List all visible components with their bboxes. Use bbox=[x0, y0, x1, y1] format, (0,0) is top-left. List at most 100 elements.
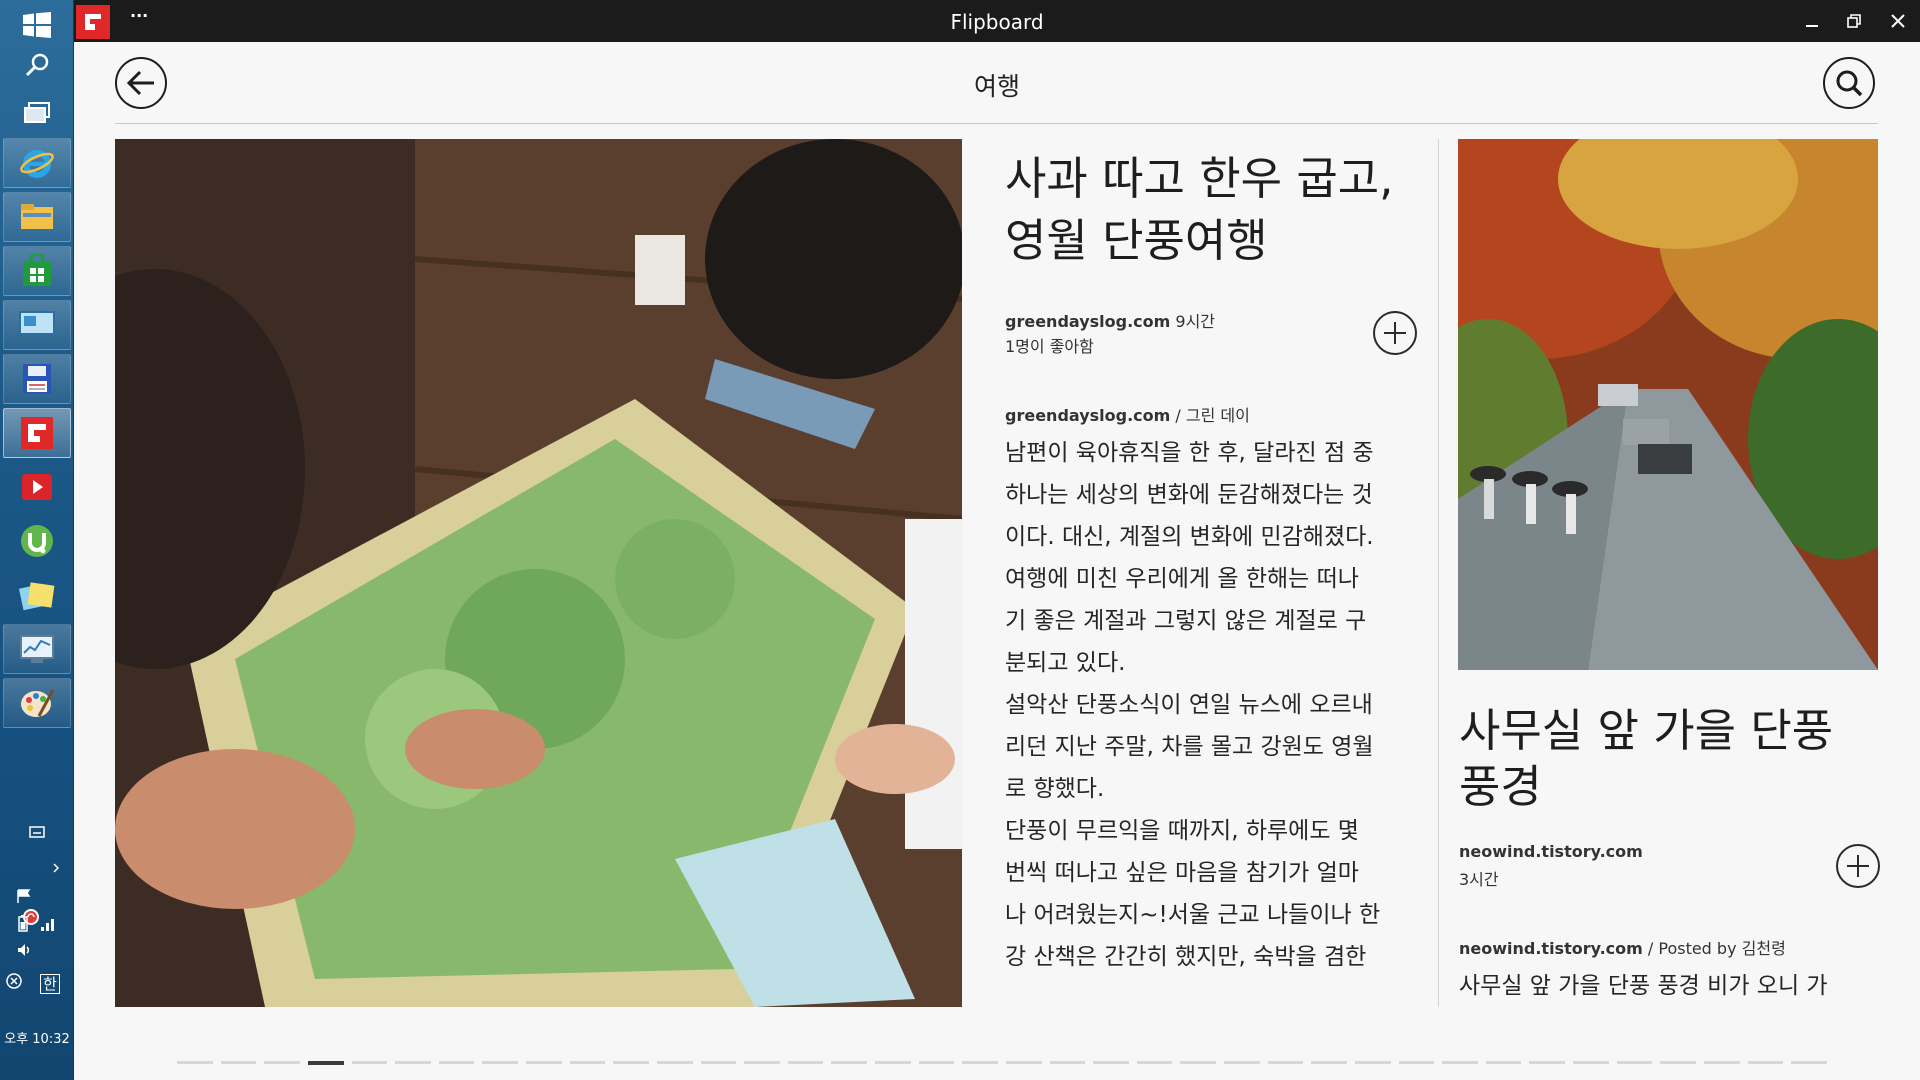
page-dash[interactable] bbox=[1136, 1061, 1173, 1064]
window-title: Flipboard bbox=[950, 10, 1044, 34]
taskbar-file-explorer[interactable] bbox=[3, 192, 71, 242]
page-dash[interactable] bbox=[744, 1061, 780, 1064]
page-dash[interactable] bbox=[875, 1061, 911, 1064]
likes-count: 1명이 좋아함 bbox=[1005, 337, 1094, 356]
action-center-flag-icon[interactable] bbox=[16, 888, 32, 904]
source-domain[interactable]: greendayslog.com bbox=[1005, 312, 1170, 331]
page-dash[interactable] bbox=[1791, 1061, 1827, 1064]
page-dash[interactable] bbox=[1398, 1061, 1435, 1064]
page-dash[interactable] bbox=[1747, 1061, 1784, 1064]
keyboard-icon bbox=[29, 826, 45, 838]
page-dash[interactable] bbox=[1703, 1061, 1740, 1064]
page-dash[interactable] bbox=[656, 1061, 693, 1064]
source-domain[interactable]: neowind.tistory.com bbox=[1459, 842, 1643, 861]
close-circle-icon[interactable] bbox=[6, 973, 22, 989]
attribution-source[interactable]: greendayslog.com bbox=[1005, 406, 1170, 425]
taskbar-remote-desktop[interactable] bbox=[3, 300, 71, 350]
side-article-excerpt[interactable]: 사무실 앞 가을 단풍 풍경 비가 오니 가 bbox=[1459, 965, 1879, 1007]
page-dash[interactable] bbox=[220, 1061, 257, 1064]
page-dash[interactable] bbox=[177, 1061, 213, 1064]
page-dash[interactable] bbox=[1485, 1061, 1522, 1064]
taskbar-utorrent[interactable] bbox=[3, 516, 71, 566]
taskbar-save-app[interactable] bbox=[3, 354, 71, 404]
page-dash[interactable] bbox=[569, 1061, 606, 1064]
add-to-magazine-button[interactable] bbox=[1836, 844, 1880, 888]
tray-overflow[interactable] bbox=[0, 826, 74, 842]
page-dash-active[interactable] bbox=[307, 1061, 344, 1065]
page-dash[interactable] bbox=[1616, 1061, 1653, 1064]
page-dash[interactable] bbox=[1529, 1061, 1565, 1064]
autumn-road-illustration bbox=[1458, 139, 1878, 670]
tray-row-2 bbox=[16, 914, 60, 936]
add-to-magazine-button[interactable] bbox=[1373, 311, 1417, 355]
attribution-author: / Posted by 김천령 bbox=[1642, 939, 1786, 958]
taskbar-resource-monitor[interactable] bbox=[3, 624, 71, 674]
page-dash[interactable] bbox=[1354, 1061, 1391, 1064]
headline-line-2: 풍경 bbox=[1459, 760, 1542, 813]
page-dash[interactable] bbox=[264, 1061, 300, 1064]
restore-icon bbox=[1847, 14, 1861, 28]
taskbar-internet-explorer[interactable] bbox=[3, 138, 71, 188]
taskbar-sticky-notes[interactable] bbox=[3, 570, 71, 620]
page-dash[interactable] bbox=[1660, 1061, 1696, 1064]
page-dash[interactable] bbox=[962, 1061, 998, 1064]
page-dash[interactable] bbox=[1224, 1061, 1260, 1064]
page-dash[interactable] bbox=[438, 1061, 475, 1064]
play-icon bbox=[22, 474, 52, 500]
flipboard-window: ··· Flipboard 여행 사과 따고 한우 굽고, 영월 단풍여행 gr… bbox=[74, 0, 1920, 1080]
tray-volume[interactable] bbox=[16, 942, 36, 962]
side-article-headline[interactable]: 사무실 앞 가을 단풍 풍경 bbox=[1459, 703, 1833, 815]
main-article-photo[interactable] bbox=[115, 139, 962, 1007]
magnifier-icon bbox=[25, 53, 49, 77]
page-dash[interactable] bbox=[1093, 1061, 1129, 1064]
task-view-button[interactable] bbox=[3, 88, 71, 138]
page-dash[interactable] bbox=[831, 1061, 867, 1064]
page-dash[interactable] bbox=[526, 1061, 562, 1064]
taskbar-clock[interactable]: 오후 10:32 bbox=[0, 1028, 74, 1047]
windows-logo-icon bbox=[23, 12, 51, 38]
page-dash[interactable] bbox=[787, 1061, 824, 1064]
page-dash[interactable] bbox=[1005, 1061, 1042, 1064]
speaker-icon bbox=[18, 944, 30, 956]
search-charm-button[interactable] bbox=[3, 40, 71, 90]
header-divider bbox=[115, 123, 1878, 124]
main-article-headline[interactable]: 사과 따고 한우 굽고, 영월 단풍여행 bbox=[1005, 148, 1393, 272]
taskbar-paint[interactable] bbox=[3, 678, 71, 728]
restore-button[interactable] bbox=[1836, 6, 1872, 36]
side-article-photo[interactable] bbox=[1458, 139, 1878, 670]
page-dash[interactable] bbox=[613, 1061, 649, 1064]
headline-line-2: 영월 단풍여행 bbox=[1005, 214, 1268, 267]
page-dash[interactable] bbox=[351, 1061, 388, 1064]
ime-indicator[interactable]: 한 bbox=[40, 974, 60, 994]
search-icon bbox=[1836, 70, 1863, 97]
page-dash[interactable] bbox=[1180, 1061, 1216, 1064]
battery-icon[interactable] bbox=[16, 914, 30, 932]
page-dash[interactable] bbox=[1267, 1061, 1304, 1064]
body-paragraph: 단풍이 무르익을 때까지, 하루에도 몇 번씩 떠나고 싶은 마음을 참기가 얼… bbox=[1005, 818, 1381, 970]
taskbar-flipboard[interactable] bbox=[3, 408, 71, 458]
flipboard-logo-icon bbox=[21, 417, 53, 449]
page-indicator[interactable] bbox=[177, 1061, 1827, 1065]
page-dash[interactable] bbox=[1573, 1061, 1609, 1064]
page-dash[interactable] bbox=[1442, 1061, 1478, 1064]
main-article-byline: greendayslog.com 9시간 bbox=[1005, 308, 1215, 332]
search-button[interactable] bbox=[1823, 57, 1875, 109]
taskbar-store[interactable] bbox=[3, 246, 71, 296]
page-dash[interactable] bbox=[482, 1061, 518, 1064]
section-title: 여행 bbox=[973, 72, 1020, 101]
page-dash[interactable] bbox=[1311, 1061, 1347, 1064]
utorrent-icon bbox=[21, 525, 53, 557]
minimize-button[interactable] bbox=[1794, 6, 1830, 36]
signal-bars-icon[interactable] bbox=[40, 916, 56, 932]
main-article-body[interactable]: 남편이 육아휴직을 한 후, 달라진 점 중 하나는 세상의 변화에 둔감해졌다… bbox=[1005, 432, 1425, 978]
page-dash[interactable] bbox=[1049, 1061, 1086, 1064]
taskbar-media-player[interactable] bbox=[3, 462, 71, 512]
body-paragraph: 남편이 육아휴직을 한 후, 달라진 점 중 하나는 세상의 변화에 둔감해졌다… bbox=[1005, 440, 1374, 676]
tray-expand-arrow[interactable] bbox=[50, 862, 62, 877]
page-dash[interactable] bbox=[395, 1061, 431, 1064]
page-dash[interactable] bbox=[700, 1061, 737, 1064]
attribution-source[interactable]: neowind.tistory.com bbox=[1459, 939, 1643, 958]
page-dash[interactable] bbox=[918, 1061, 955, 1064]
title-bar: ··· Flipboard bbox=[74, 0, 1920, 42]
close-button[interactable] bbox=[1880, 6, 1916, 36]
